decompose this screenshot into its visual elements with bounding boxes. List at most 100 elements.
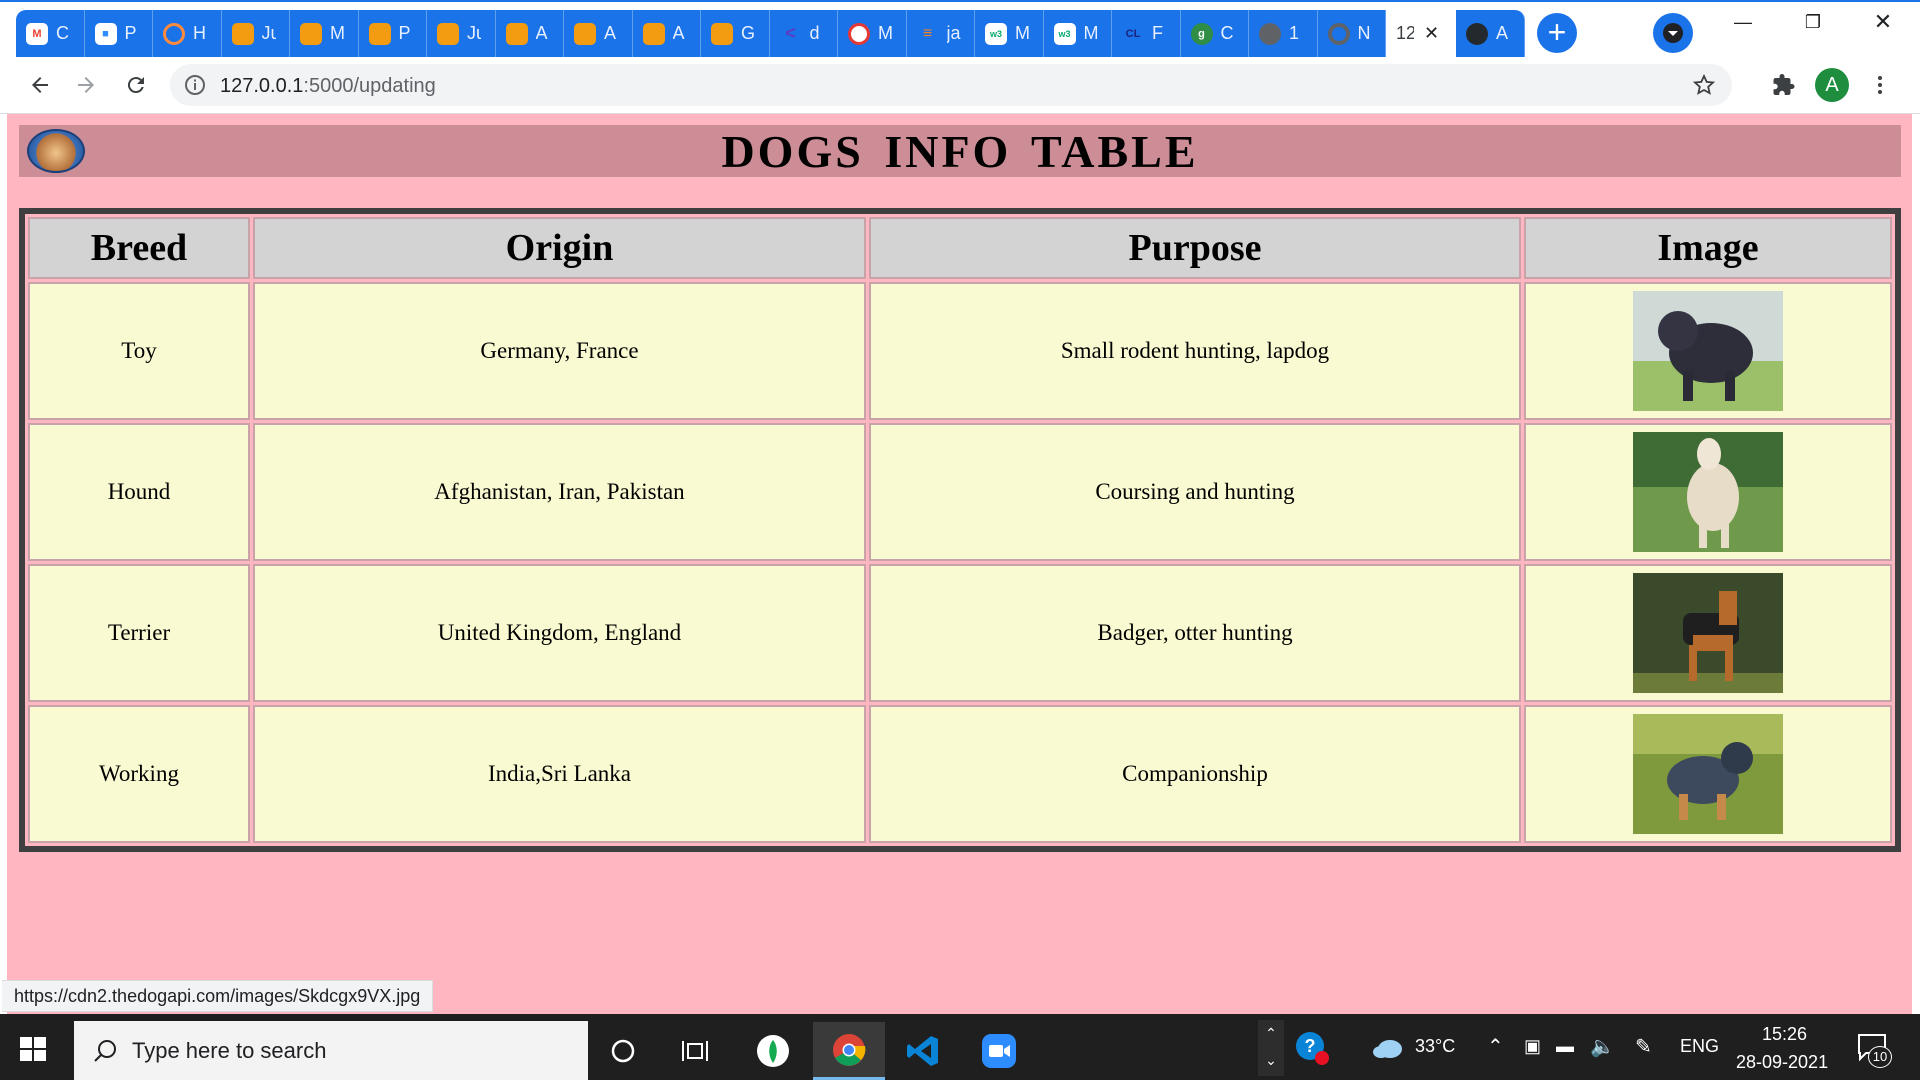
tab[interactable]: A (564, 10, 633, 57)
window-edge-left (0, 114, 7, 1014)
tab-title: A (604, 23, 617, 43)
tab[interactable]: A (1456, 10, 1525, 57)
new-tab-button[interactable]: + (1537, 13, 1577, 53)
tab[interactable]: P (358, 10, 427, 57)
image-cell (1524, 705, 1892, 843)
extensions-button[interactable] (1766, 67, 1802, 103)
tab[interactable]: w3 M (1043, 10, 1112, 57)
tab[interactable]: w3 M (975, 10, 1044, 57)
info-icon[interactable] (184, 74, 206, 96)
taskbar-app-chrome[interactable] (813, 1022, 885, 1080)
stackoverflow-icon: ≡ (922, 24, 933, 42)
reload-icon (127, 77, 144, 94)
tab-title: H (193, 23, 206, 43)
tab-strip-accent (0, 0, 1920, 2)
w3schools-icon: w3 (1053, 22, 1076, 45)
clock-date[interactable]: 28-09-2021 (1736, 1052, 1828, 1073)
origin-cell: Afghanistan, Iran, Pakistan (253, 423, 866, 561)
taskbar-scroll[interactable]: ⌃ ⌄ (1258, 1020, 1284, 1076)
table-row: Working India,Sri Lanka Companionship (28, 705, 1892, 843)
tab[interactable]: A (495, 10, 564, 57)
taskbar-search-box[interactable]: Type here to search (74, 1021, 588, 1080)
tab[interactable]: ■ P (84, 10, 153, 57)
windows-start-icon[interactable] (14, 1030, 52, 1068)
tab[interactable]: Ju (221, 10, 290, 57)
cortana-icon (611, 1039, 635, 1063)
cloud-icon (1373, 1040, 1402, 1058)
chrome-icon (833, 1033, 866, 1066)
cortana-button[interactable] (587, 1022, 659, 1080)
gmail-icon: M (26, 22, 48, 45)
clock-time[interactable]: 15:26 (1762, 1024, 1807, 1045)
zoom-icon: ■ (94, 22, 117, 45)
url-path: :5000/updating (303, 75, 436, 97)
close-tab-icon[interactable]: ✕ (1424, 23, 1439, 44)
back-button[interactable] (22, 67, 58, 103)
tab-title: F (1152, 23, 1163, 43)
tab[interactable]: M (838, 10, 907, 57)
tab[interactable]: ≡ ja (906, 10, 975, 57)
arrow-left-icon (32, 77, 48, 93)
tab-title: 12 (1396, 23, 1414, 43)
geeksforgeeks-icon: g (1190, 22, 1213, 45)
tab-search-button[interactable] (1653, 13, 1693, 53)
meet-now-icon[interactable]: ▣ (1524, 1036, 1541, 1057)
tab[interactable]: M (290, 10, 359, 57)
taskbar-app-zoom[interactable] (963, 1022, 1035, 1080)
battery-icon[interactable]: ▬ (1556, 1036, 1574, 1057)
dog-photo[interactable] (1633, 573, 1783, 693)
task-view-button[interactable] (659, 1022, 731, 1080)
tab-title: N (1357, 23, 1371, 43)
tab[interactable]: A (632, 10, 701, 57)
menu-button[interactable] (1862, 67, 1898, 103)
chevron-up-icon[interactable]: ⌃ (1487, 1034, 1504, 1059)
image-cell (1524, 282, 1892, 420)
language-indicator[interactable]: ENG (1680, 1036, 1719, 1057)
taskbar-app-vscode[interactable] (887, 1022, 959, 1080)
close-window-button[interactable]: ✕ (1860, 4, 1906, 40)
dog-photo[interactable] (1633, 432, 1783, 552)
dog-photo[interactable] (1633, 291, 1783, 411)
windows-taskbar: Type here to search ⌃ ⌄ ? 33°C ⌃ ▣ ▬ 🔈 ✎ … (0, 1014, 1920, 1080)
tab[interactable]: N (1317, 10, 1386, 57)
globe-icon (1259, 22, 1281, 45)
forward-button[interactable] (68, 67, 104, 103)
search-placeholder: Type here to search (132, 1038, 327, 1063)
profile-avatar[interactable]: A (1815, 68, 1849, 102)
volume-icon[interactable]: 🔈 (1590, 1034, 1615, 1059)
star-icon[interactable] (1692, 73, 1716, 97)
more-vert-icon (1878, 76, 1882, 94)
tab[interactable]: G (701, 10, 770, 57)
tab-title: M (1083, 23, 1098, 43)
dogs-table: Breed Origin Purpose Image Toy Germany, … (19, 208, 1901, 852)
chrome-icon (1327, 22, 1350, 45)
tab-title: A (672, 23, 685, 43)
column-header-breed: Breed (28, 217, 250, 279)
code-icon: < (785, 23, 796, 43)
tab[interactable]: MC (16, 10, 85, 57)
tab-title: d (809, 23, 820, 43)
reload-button[interactable] (118, 67, 154, 103)
tab-list: MC ■P H Ju M P Ju A A A G <d M ≡ja w3M w… (16, 10, 1525, 57)
tab[interactable]: Ju (427, 10, 496, 57)
tab[interactable]: gC (1180, 10, 1249, 57)
arrow-right-icon (78, 77, 94, 93)
tab[interactable]: 1 (1249, 10, 1318, 57)
tab[interactable]: H (153, 10, 222, 57)
dog-photo[interactable] (1633, 714, 1783, 834)
mongodb-icon (757, 1035, 789, 1067)
restore-button[interactable]: ❐ (1790, 4, 1836, 40)
weather-temperature[interactable]: 33°C (1415, 1036, 1455, 1057)
svg-text:?: ? (1305, 1036, 1316, 1056)
codechef-icon (848, 22, 870, 45)
pen-icon[interactable]: ✎ (1635, 1034, 1652, 1059)
window-edge-right (1912, 114, 1920, 1014)
taskbar-app-mongodb[interactable] (737, 1022, 809, 1080)
tab[interactable]: < d (769, 10, 838, 57)
tab-active[interactable]: 12 ✕ (1386, 10, 1456, 57)
minimize-button[interactable]: — (1720, 4, 1766, 40)
address-bar[interactable]: 127.0.0.1:5000/updating (170, 64, 1732, 106)
tab[interactable]: CL F (1112, 10, 1181, 57)
purpose-cell: Companionship (869, 705, 1521, 843)
help-icon[interactable]: ? (1294, 1030, 1330, 1066)
